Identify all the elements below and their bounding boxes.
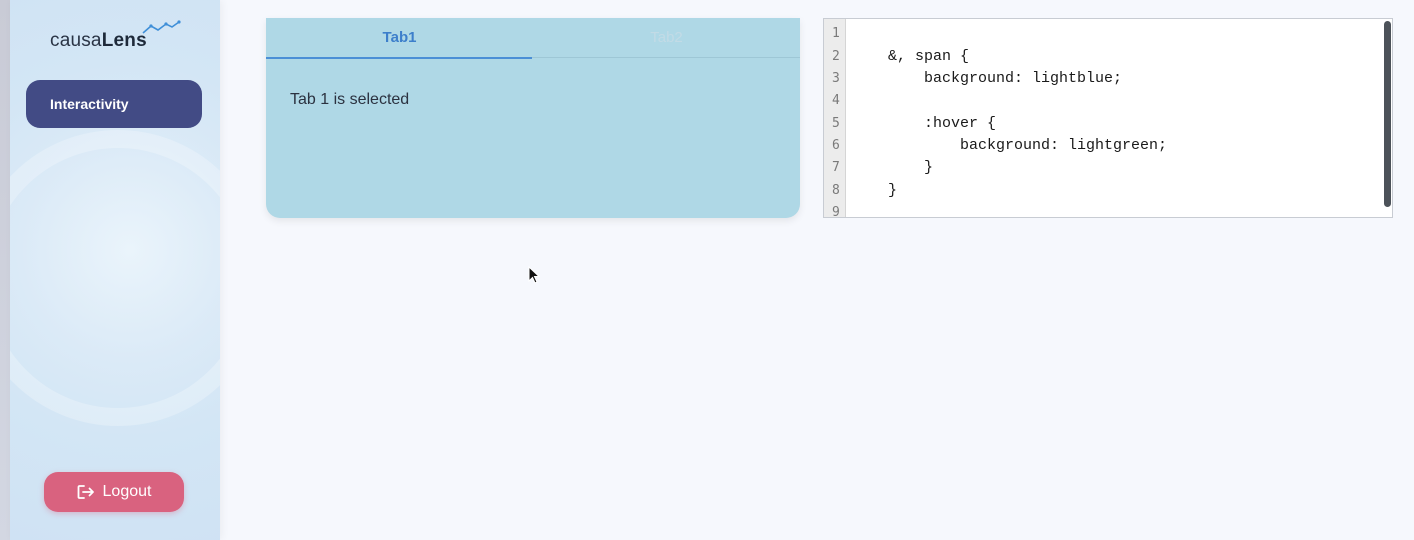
logout-icon bbox=[77, 485, 94, 499]
tab-panel-text: Tab 1 is selected bbox=[290, 91, 410, 108]
line-number-gutter: 1 2 3 4 5 6 7 8 9 bbox=[824, 19, 846, 218]
line-number: 4 bbox=[832, 93, 840, 108]
tab-2[interactable]: Tab2 bbox=[533, 18, 800, 58]
editor-scrollbar[interactable] bbox=[1384, 21, 1391, 207]
line-number: 1 bbox=[832, 26, 840, 41]
line-number: 2 bbox=[832, 49, 840, 64]
code-line: background: lightblue; bbox=[888, 70, 1123, 87]
line-number: 6 bbox=[832, 138, 840, 153]
sidebar-item-interactivity[interactable]: Interactivity bbox=[26, 80, 202, 128]
tabs-card: Tab1 Tab2 Tab 1 is selected bbox=[266, 18, 800, 218]
logout-button[interactable]: Logout bbox=[44, 472, 184, 512]
code-line: :hover { bbox=[888, 115, 997, 132]
line-number: 9 bbox=[832, 205, 840, 218]
code-line: } bbox=[888, 182, 898, 199]
spark-line-icon bbox=[142, 20, 181, 34]
line-number: 3 bbox=[832, 71, 840, 86]
line-number: 5 bbox=[832, 116, 840, 131]
sidebar: causaLens Interactivity Logout bbox=[10, 0, 220, 540]
code-editor[interactable]: 1 2 3 4 5 6 7 8 9 &, span { background: … bbox=[823, 18, 1393, 218]
line-number: 8 bbox=[832, 183, 840, 198]
code-line: &, span { bbox=[888, 48, 970, 65]
logout-label: Logout bbox=[102, 483, 152, 500]
code-line: background: lightgreen; bbox=[888, 137, 1168, 154]
tab-1[interactable]: Tab1 bbox=[266, 18, 533, 59]
logo[interactable]: causaLens bbox=[50, 30, 147, 52]
line-number: 7 bbox=[832, 160, 840, 175]
tab-bar: Tab1 Tab2 bbox=[266, 18, 800, 59]
code-line: } bbox=[888, 159, 934, 176]
mouse-cursor-icon bbox=[528, 266, 540, 284]
window-edge bbox=[0, 0, 10, 540]
app: causaLens Interactivity Logout Tab1 Tab2… bbox=[0, 0, 1414, 540]
logo-prefix: causa bbox=[50, 30, 102, 51]
